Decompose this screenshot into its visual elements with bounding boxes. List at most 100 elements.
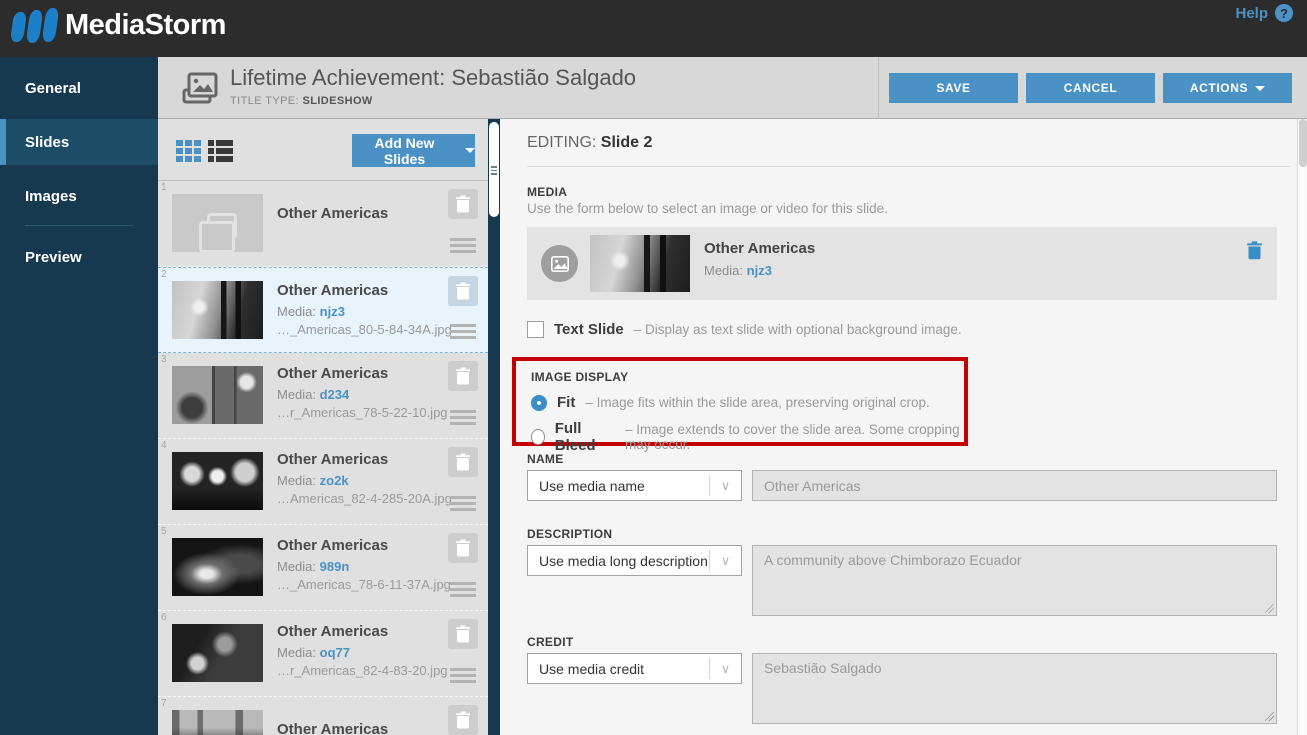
- slide-list-item-5[interactable]: 5 Other Americas Media: 989n …_Americas_…: [158, 525, 488, 611]
- slide-list-scrollbar-thumb[interactable]: [489, 122, 499, 217]
- slide-title: Other Americas: [277, 721, 389, 735]
- drag-handle-icon[interactable]: [450, 238, 476, 256]
- delete-slide-button[interactable]: [448, 705, 478, 735]
- image-display-section-label: IMAGE DISPLAY: [531, 370, 629, 384]
- slide-media-id-link[interactable]: d234: [320, 387, 350, 402]
- text-slide-checkbox[interactable]: [527, 321, 544, 338]
- slide-media-label: Media:: [277, 304, 317, 319]
- drag-handle-icon[interactable]: [450, 668, 476, 686]
- fit-description: – Image fits within the slide area, pres…: [585, 395, 930, 410]
- delete-slide-button[interactable]: [448, 361, 478, 391]
- slide-text: Other Americas: [277, 721, 457, 735]
- slide-thumbnail[interactable]: [172, 624, 263, 682]
- slide-thumbnail[interactable]: [172, 452, 263, 510]
- sidebar-item-preview[interactable]: Preview: [0, 234, 158, 280]
- sidebar-item-images[interactable]: Images: [0, 173, 158, 219]
- slide-thumbnail[interactable]: [172, 194, 263, 253]
- resize-grip-icon[interactable]: [1265, 604, 1274, 613]
- help-label[interactable]: Help: [1235, 5, 1268, 22]
- sidebar-item-slides[interactable]: Slides: [0, 119, 158, 165]
- slide-thumbnail[interactable]: [172, 281, 263, 339]
- media-card-title: Other Americas: [704, 240, 816, 257]
- delete-slide-button[interactable]: [448, 533, 478, 563]
- slide-media-id-link[interactable]: 989n: [320, 559, 350, 574]
- slide-editor-panel: EDITING: Slide 2 MEDIA Use the form belo…: [500, 119, 1307, 735]
- media-section-label: MEDIA: [527, 185, 568, 199]
- slide-title: Other Americas: [277, 365, 389, 382]
- slide-list-item-1[interactable]: 1 Other Americas: [158, 181, 488, 267]
- delete-slide-button[interactable]: [448, 189, 478, 219]
- cancel-button[interactable]: CANCEL: [1026, 73, 1155, 103]
- slide-list-item-4[interactable]: 4 Other Americas Media: zo2k …Americas_8…: [158, 439, 488, 525]
- slide-media-label: Media:: [277, 473, 317, 488]
- media-card-media-line: Media: njz3: [704, 263, 772, 278]
- slide-list-item-3[interactable]: 3 Other Americas Media: d234 …r_Americas…: [158, 353, 488, 439]
- drag-handle-icon[interactable]: [450, 582, 476, 600]
- slide-title: Other Americas: [277, 282, 389, 299]
- slide-number: 6: [161, 612, 167, 623]
- slide-media-id-link[interactable]: njz3: [320, 304, 345, 319]
- divider: [527, 166, 1290, 167]
- slide-number: 3: [161, 354, 167, 365]
- slide-thumbnail[interactable]: [172, 538, 263, 596]
- title-type-label: TITLE TYPE:: [230, 95, 299, 107]
- slide-list-scrollbar-track[interactable]: [488, 119, 500, 735]
- description-source-select[interactable]: Use media long description ∨: [527, 545, 742, 576]
- slide-list-item-2[interactable]: 2 Other Americas Media: njz3 …_Americas_…: [158, 267, 488, 353]
- media-card: Other Americas Media: njz3: [527, 227, 1277, 300]
- titlebar-separator: [878, 57, 879, 119]
- media-card-media-id-link[interactable]: njz3: [747, 263, 772, 278]
- mediastorm-logo-text: MediaStorm: [65, 9, 226, 41]
- remove-media-button[interactable]: [1246, 241, 1263, 265]
- text-slide-description: – Display as text slide with optional ba…: [633, 322, 962, 337]
- fit-label: Fit: [557, 394, 576, 411]
- grid-view-icon[interactable]: [176, 140, 201, 162]
- text-slide-label: Text Slide: [554, 321, 624, 338]
- editor-scrollbar-track[interactable]: [1297, 119, 1307, 735]
- credit-source-select[interactable]: Use media credit ∨: [527, 653, 742, 684]
- add-new-slides-button[interactable]: Add New Slides: [352, 134, 475, 167]
- slide-filename: …_Americas_78-6-11-37A.jpg: [277, 577, 451, 592]
- slide-list-panel: Add New Slides 1 Other Americas 2 Other …: [158, 119, 488, 735]
- description-section-label: DESCRIPTION: [527, 527, 613, 541]
- drag-handle-icon[interactable]: [450, 496, 476, 514]
- slide-number: 4: [161, 440, 167, 451]
- slide-thumbnail[interactable]: [172, 366, 263, 424]
- stacked-images-icon: [198, 213, 237, 253]
- name-source-select[interactable]: Use media name ∨: [527, 470, 742, 501]
- delete-slide-button[interactable]: [448, 276, 478, 306]
- list-view-icon[interactable]: [208, 140, 233, 162]
- slide-number: 7: [161, 698, 167, 709]
- sidebar-item-general[interactable]: General: [0, 65, 158, 111]
- help-link[interactable]: Help ?: [1235, 4, 1293, 22]
- slideshow-icon: [180, 68, 220, 113]
- editor-scrollbar-thumb[interactable]: [1299, 119, 1307, 167]
- delete-slide-button[interactable]: [448, 447, 478, 477]
- media-card-thumbnail: [590, 235, 690, 292]
- slide-list-item-7[interactable]: 7 Other Americas: [158, 697, 488, 735]
- slide-text: Other Americas Media: njz3 …_Americas_80…: [277, 280, 457, 337]
- delete-slide-button[interactable]: [448, 619, 478, 649]
- full-bleed-description: – Image extends to cover the slide area.…: [624, 422, 960, 452]
- drag-handle-icon[interactable]: [450, 324, 476, 342]
- slide-filename: …_Americas_80-5-84-34A.jpg: [277, 322, 452, 337]
- description-field: A community above Chimborazo Ecuador: [752, 545, 1277, 616]
- scrollbar-grip-icon: [491, 166, 497, 177]
- slide-list-item-6[interactable]: 6 Other Americas Media: oq77 …r_Americas…: [158, 611, 488, 697]
- actions-button[interactable]: ACTIONS: [1163, 73, 1292, 103]
- slide-media-line: Media: zo2k: [277, 473, 457, 488]
- help-question-icon[interactable]: ?: [1275, 4, 1293, 22]
- resize-grip-icon[interactable]: [1265, 712, 1274, 721]
- full-bleed-radio[interactable]: [531, 429, 545, 445]
- media-help-text: Use the form below to select an image or…: [527, 201, 888, 216]
- add-new-slides-label: Add New Slides: [374, 134, 435, 167]
- name-field: Other Americas: [752, 470, 1277, 501]
- slide-thumbnail[interactable]: [172, 710, 263, 735]
- fit-radio[interactable]: [531, 394, 547, 411]
- slide-media-id-link[interactable]: zo2k: [320, 473, 349, 488]
- slide-number: 1: [161, 182, 167, 193]
- slide-media-id-link[interactable]: oq77: [320, 645, 350, 660]
- drag-handle-icon[interactable]: [450, 410, 476, 428]
- media-card-media-label: Media:: [704, 263, 744, 278]
- save-button[interactable]: SAVE: [889, 73, 1018, 103]
